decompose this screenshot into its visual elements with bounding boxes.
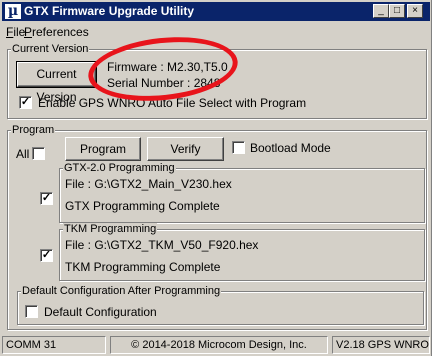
menu-preferences[interactable]: Preferences [24,25,89,39]
close-button[interactable]: × [407,4,423,18]
verify-button[interactable]: Verify [147,137,224,161]
window-title: GTX Firmware Upgrade Utility [24,4,195,18]
default-config-group-label: Default Configuration After Programming [21,285,222,297]
gtx-check-icon: ✓ [41,192,52,204]
all-checkbox[interactable] [32,147,45,160]
all-label: All [16,147,30,161]
tkm-file-path: File : G:\GTX2_TKM_V50_F920.hex [65,238,259,252]
current-version-group-label: Current Version [11,43,90,55]
menu-preferences-accel: P [24,25,33,39]
menu-preferences-rest: references [32,25,89,39]
tkm-check-icon: ✓ [41,249,52,261]
tkm-checkbox[interactable]: ✓ [40,249,53,262]
gtx-programming-group-label: GTX-2.0 Programming [63,162,176,174]
program-button[interactable]: Program [65,137,141,161]
status-copyright: © 2014-2018 Microcom Design, Inc. [110,336,328,354]
tkm-programming-group-label: TKM Programming [63,223,158,235]
gtx-checkbox[interactable]: ✓ [40,192,53,205]
status-bar: COMM 31 © 2014-2018 Microcom Design, Inc… [2,334,430,356]
status-port: COMM 31 [2,336,106,354]
tkm-status: TKM Programming Complete [65,260,221,274]
auto-select-check-icon: ✓ [20,96,31,108]
status-version: V2.18 GPS WNRO [332,336,430,354]
default-config-label: Default Configuration [44,305,157,319]
bootload-mode-label: Bootload Mode [250,141,331,155]
bootload-mode-checkbox[interactable] [232,141,245,154]
maximize-button[interactable]: □ [389,4,405,18]
gtx-status: GTX Programming Complete [65,199,220,213]
auto-select-checkbox[interactable]: ✓ [19,96,32,109]
app-icon[interactable]: µ [5,4,21,19]
current-version-button[interactable]: Current Version [16,61,97,104]
default-config-checkbox[interactable] [25,305,38,318]
gtx-file-path: File : G:\GTX2_Main_V230.hex [65,177,232,191]
program-group-label: Program [11,124,56,136]
minimize-button[interactable]: _ [373,4,389,18]
menu-file[interactable]: File [6,25,25,39]
menu-bar: File Preferences [2,22,430,40]
title-bar[interactable]: µ GTX Firmware Upgrade Utility _ □ × [2,2,430,21]
